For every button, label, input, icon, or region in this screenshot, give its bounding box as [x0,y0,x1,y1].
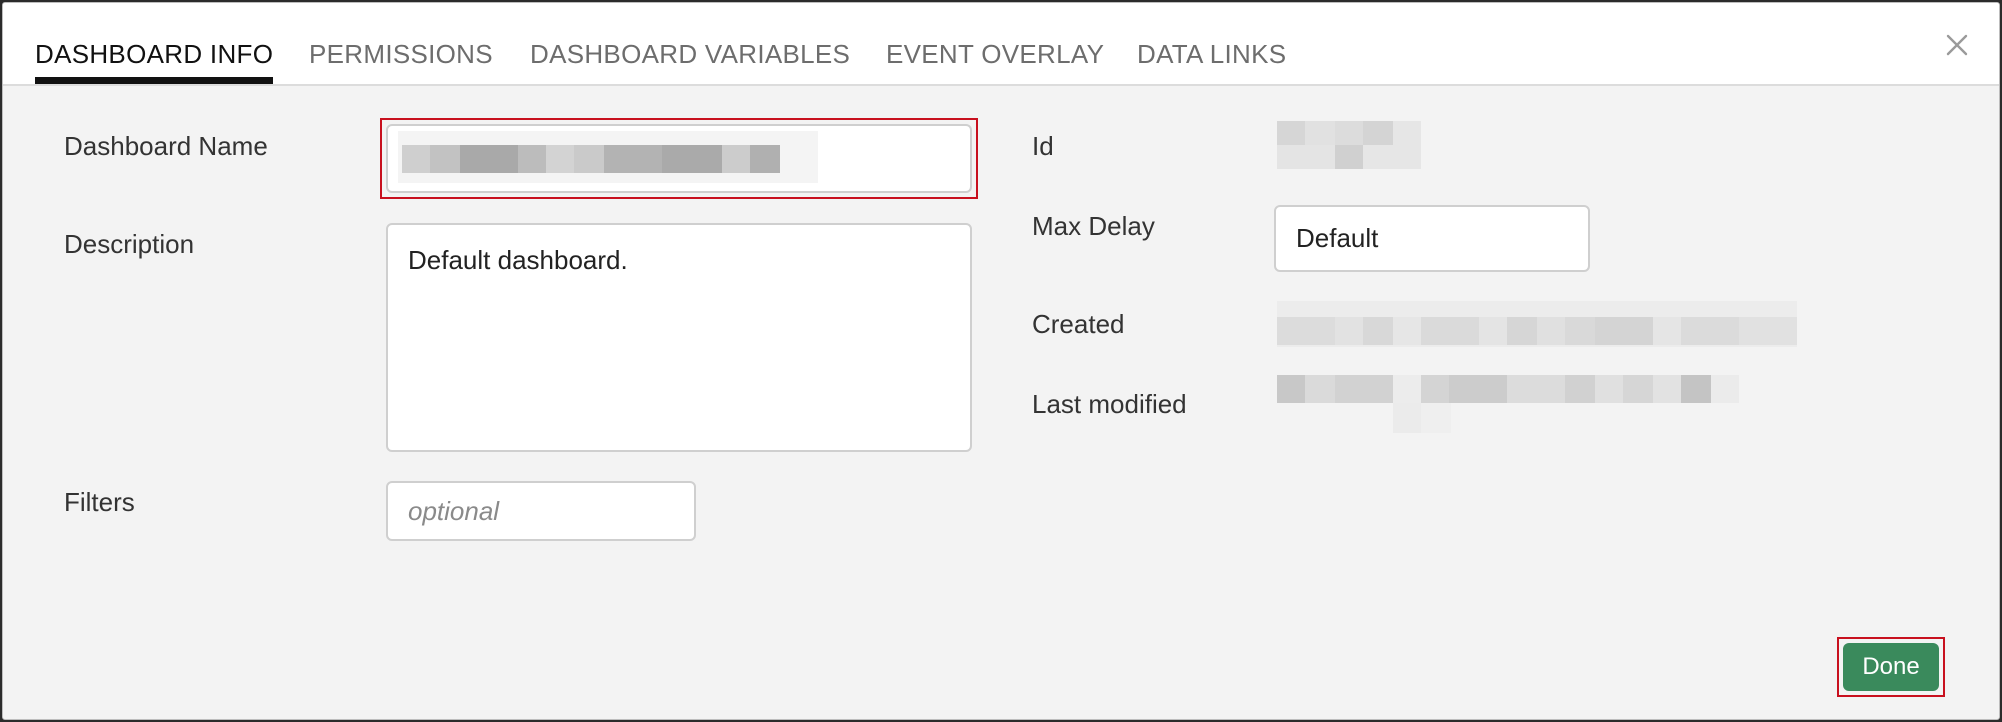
tab-dashboard-info[interactable]: DASHBOARD INFO [35,39,274,84]
id-label: Id [1032,131,1054,161]
tab-data-links[interactable]: DATA LINKS [1137,39,1286,83]
done-button[interactable]: Done [1843,643,1939,691]
max-delay-input[interactable] [1274,205,1590,272]
close-icon [1946,34,1968,56]
created-label: Created [1032,309,1125,339]
dashboard-settings-dialog: DASHBOARD INFO PERMISSIONS DASHBOARD VAR… [2,2,2000,720]
redacted-dashboard-name [398,131,818,183]
description-textarea[interactable]: Default dashboard. [386,223,972,452]
dashboard-name-input[interactable] [386,124,972,193]
filters-input[interactable] [386,481,696,541]
tab-dashboard-variables[interactable]: DASHBOARD VARIABLES [530,39,850,83]
filters-label: Filters [64,487,135,517]
tab-event-overlay[interactable]: EVENT OVERLAY [886,39,1104,83]
max-delay-label: Max Delay [1032,211,1155,241]
last-modified-label: Last modified [1032,389,1187,419]
redacted-last-modified-date [1277,375,1771,435]
dashboard-name-label: Dashboard Name [64,131,268,161]
tab-permissions[interactable]: PERMISSIONS [309,39,493,83]
redacted-created-date [1277,301,1797,347]
description-label: Description [64,229,195,259]
tab-bar: DASHBOARD INFO PERMISSIONS DASHBOARD VAR… [3,3,1999,86]
redacted-id [1277,121,1449,169]
close-button[interactable] [1937,25,1977,65]
